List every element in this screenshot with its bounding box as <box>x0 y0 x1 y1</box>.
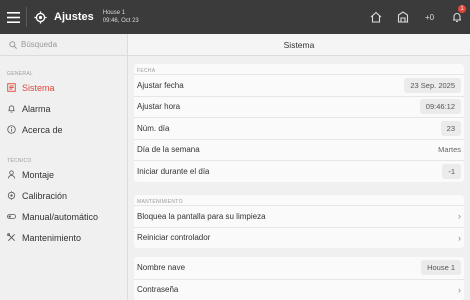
sidebar-item-label: Manual/automático <box>22 211 99 222</box>
date-value[interactable]: 23 Sep. 2025 <box>404 77 461 93</box>
sidebar-item-montaje[interactable]: Montaje <box>0 164 127 185</box>
sidebar-item-alarma[interactable]: Alarma <box>0 98 127 119</box>
house-name: House 1 <box>102 10 126 16</box>
datetime: 09:46, Oct 23 <box>102 18 139 24</box>
toggle-icon <box>7 214 16 219</box>
row-label: Ajustar hora <box>137 102 181 112</box>
sidebar-item-label: Sistema <box>22 82 55 93</box>
search-placeholder: Búsqueda <box>21 40 58 49</box>
row-bloquea-pantalla[interactable]: Bloquea la pantalla para su limpieza › <box>134 205 464 227</box>
mantenimiento-card: MANTENIMIENTO Bloquea la pantalla para s… <box>134 195 464 248</box>
sidebar-item-label: Alarma <box>22 103 51 114</box>
sidebar-item-calibracion[interactable]: Calibración <box>0 185 127 206</box>
page-title: Ajustes <box>54 11 94 23</box>
alarm-badge: 1 <box>458 5 466 13</box>
row-iniciar-durante-dia[interactable]: Iniciar durante el día -1 <box>134 160 464 182</box>
chevron-right-icon: › <box>458 211 461 222</box>
tools-icon <box>7 233 15 241</box>
row-contrasena[interactable]: Contraseña › <box>134 278 464 300</box>
main-panel: Sistema FECHA Ajustar fecha 23 Sep. 2025… <box>128 34 470 300</box>
chevron-right-icon: › <box>458 232 461 243</box>
search-input[interactable]: Búsqueda <box>0 34 127 56</box>
top-bar: Ajustes House 1 09:46, Oct 23 +0 1 <box>0 0 470 34</box>
house-name-value[interactable]: House 1 <box>421 260 461 276</box>
time-value[interactable]: 09:46:12 <box>419 99 461 115</box>
bell-icon <box>8 105 15 113</box>
row-label: Iniciar durante el día <box>137 166 210 176</box>
person-icon <box>7 170 16 179</box>
row-label: Ajustar fecha <box>137 80 184 90</box>
chevron-right-icon: › <box>458 284 461 295</box>
home-button[interactable] <box>362 0 389 34</box>
sidebar-item-label: Mantenimiento <box>22 232 82 243</box>
row-nombre-nave[interactable]: Nombre nave House 1 <box>134 257 464 279</box>
info-icon <box>7 125 16 134</box>
menu-button[interactable] <box>0 0 26 34</box>
sidebar: Búsqueda GENERAL Sistema Alarma Acerca d… <box>0 34 128 300</box>
section-tecnico: TÉCNICO <box>7 158 32 164</box>
row-label: Núm. día <box>137 123 170 133</box>
section-general: GENERAL <box>7 71 33 77</box>
settings-gear <box>27 0 53 34</box>
fecha-card: FECHA Ajustar fecha 23 Sep. 2025 Ajustar… <box>134 64 464 182</box>
home-icon <box>370 11 381 23</box>
row-ajustar-fecha[interactable]: Ajustar fecha 23 Sep. 2025 <box>134 74 464 96</box>
search-icon <box>9 40 17 49</box>
barn-button[interactable] <box>389 0 416 34</box>
panel-title: Sistema <box>128 34 470 56</box>
row-reiniciar-controlador[interactable]: Reiniciar controlador › <box>134 226 464 249</box>
start-day-value[interactable]: -1 <box>442 163 461 179</box>
sidebar-item-sistema[interactable]: Sistema <box>0 77 127 98</box>
row-num-dia: Núm. día 23 <box>134 117 464 139</box>
house-info[interactable]: House 1 09:46, Oct 23 <box>103 9 139 25</box>
section-mantenimiento: MANTENIMIENTO <box>137 199 183 205</box>
nave-card: Nombre nave House 1 Contraseña › <box>134 257 464 300</box>
hamburger-icon <box>6 11 20 23</box>
section-fecha: FECHA <box>137 68 156 74</box>
indicator-button[interactable]: +0 <box>416 0 443 34</box>
row-label: Día de la semana <box>137 145 200 155</box>
day-number-value: 23 <box>440 120 461 136</box>
sidebar-item-label: Montaje <box>22 169 55 180</box>
sidebar-item-label: Calibración <box>22 190 68 201</box>
sidebar-item-mantenimiento[interactable]: Mantenimiento <box>0 227 127 248</box>
gear-icon <box>33 10 47 24</box>
alarm-button[interactable]: 1 <box>443 0 470 34</box>
sidebar-item-label: Acerca de <box>22 124 63 135</box>
row-ajustar-hora[interactable]: Ajustar hora 09:46:12 <box>134 95 464 118</box>
row-label: Contraseña <box>137 285 179 295</box>
target-icon <box>7 191 16 200</box>
row-label: Nombre nave <box>137 263 186 273</box>
row-label: Reiniciar controlador <box>137 233 211 243</box>
weekday-value: Martes <box>438 145 461 155</box>
row-label: Bloquea la pantalla para su limpieza <box>137 211 266 221</box>
sidebar-item-manual-automatico[interactable]: Manual/automático <box>0 206 127 227</box>
indicator-text: +0 <box>424 12 435 22</box>
system-icon <box>7 83 16 92</box>
barn-icon <box>397 11 408 23</box>
row-dia-semana: Día de la semana Martes <box>134 138 464 161</box>
sidebar-item-acerca[interactable]: Acerca de <box>0 119 127 140</box>
